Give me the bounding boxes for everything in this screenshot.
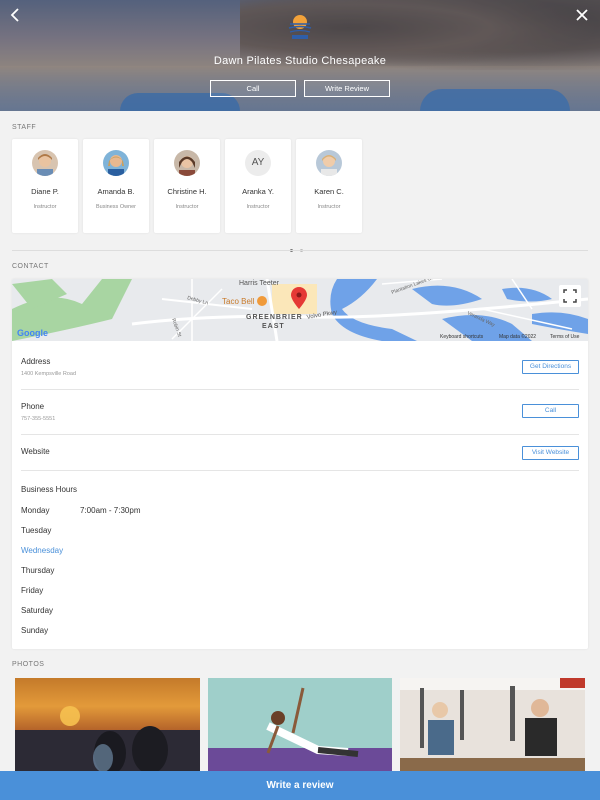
staff-card[interactable]: Diane P. Instructor: [12, 139, 78, 233]
avatar: [174, 150, 200, 176]
call-button[interactable]: Call: [522, 404, 579, 418]
row-divider: [21, 470, 579, 471]
studio-title: Dawn Pilates Studio Chesapeake: [213, 55, 387, 67]
header-call-button[interactable]: Call: [210, 80, 296, 97]
map-label: Taco Bell: [222, 297, 255, 306]
location-map[interactable]: Harris Teeter Taco Bell GREENBRIER EAST …: [12, 279, 588, 341]
staff-name: Amanda B.: [97, 187, 135, 196]
map-terms-link: Terms of Use: [550, 334, 580, 340]
back-chevron-icon[interactable]: [6, 5, 26, 25]
header-banner: Dawn Pilates Studio Chesapeake Call Writ…: [0, 0, 600, 111]
staff-card[interactable]: Karen C. Instructor: [296, 139, 362, 233]
header-write-review-button[interactable]: Write Review: [304, 80, 390, 97]
write-a-review-button[interactable]: Write a review: [0, 771, 600, 800]
map-keyboard-shortcuts: Keyboard shortcuts: [440, 334, 484, 340]
address-label: Address: [21, 357, 51, 366]
row-divider: [21, 434, 579, 435]
staff-section-label: STAFF: [12, 124, 37, 131]
day-sunday: Sunday: [21, 626, 49, 635]
phone-label: Phone: [21, 402, 45, 411]
contact-card: Harris Teeter Taco Bell GREENBRIER EAST …: [12, 279, 588, 649]
photo-sunset-beach[interactable]: [15, 678, 200, 772]
row-divider: [21, 389, 579, 390]
map-data-label: Map data ©2022: [499, 333, 536, 340]
business-hours-label: Business Hours: [21, 485, 78, 494]
staff-role: Instructor: [246, 204, 270, 210]
day-saturday: Saturday: [21, 606, 54, 615]
staff-name: Christine H.: [167, 187, 207, 196]
avatar: [103, 150, 129, 176]
avatar-initials: AY: [245, 150, 271, 176]
staff-card[interactable]: AY Aranka Y. Instructor: [225, 139, 291, 233]
staff-name: Diane P.: [31, 187, 59, 196]
hours-monday: 7:00am - 7:30pm: [80, 506, 141, 515]
avatar: [316, 150, 342, 176]
staff-role: Instructor: [175, 204, 199, 210]
studio-logo: [286, 10, 314, 42]
map-label: Harris Teeter: [239, 280, 280, 287]
visit-website-button[interactable]: Visit Website: [522, 446, 579, 460]
staff-role: Instructor: [33, 204, 57, 210]
staff-name: Aranka Y.: [242, 187, 274, 196]
contact-section-label: CONTACT: [12, 263, 49, 270]
address-value: 1400 Kempsville Road: [21, 371, 77, 377]
get-directions-button[interactable]: Get Directions: [522, 360, 579, 374]
map-label: GREENBRIER: [246, 314, 303, 321]
day-friday: Friday: [21, 586, 44, 595]
fullscreen-icon[interactable]: [559, 285, 581, 307]
carousel-pagination[interactable]: [290, 239, 310, 257]
website-label: Website: [21, 447, 50, 456]
phone-value: 757-355-5551: [21, 416, 56, 422]
photo-side-plank[interactable]: [208, 678, 392, 772]
day-thursday: Thursday: [21, 566, 55, 575]
staff-card[interactable]: Christine H. Instructor: [154, 139, 220, 233]
staff-role: Instructor: [317, 204, 341, 210]
staff-role: Business Owner: [95, 204, 137, 210]
avatar: [32, 150, 58, 176]
day-tuesday: Tuesday: [21, 526, 52, 535]
section-divider: [12, 250, 588, 251]
close-icon[interactable]: [572, 5, 592, 25]
day-wednesday: Wednesday: [21, 546, 64, 555]
photo-studio-group[interactable]: [400, 678, 585, 772]
day-monday: Monday: [21, 506, 50, 515]
staff-card[interactable]: Amanda B. Business Owner: [83, 139, 149, 233]
google-logo: Google: [17, 328, 48, 338]
map-label: EAST: [262, 323, 285, 330]
staff-name: Karen C.: [314, 187, 344, 196]
photos-section-label: PHOTOS: [12, 661, 45, 668]
